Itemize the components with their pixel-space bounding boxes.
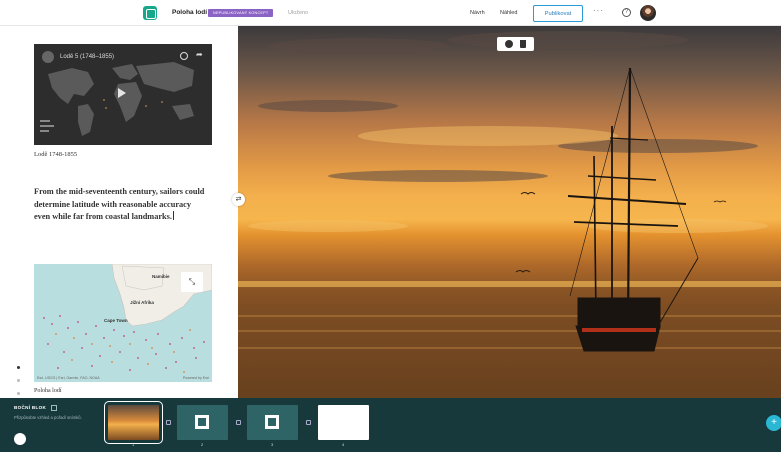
- slide-number: 1: [132, 442, 135, 447]
- slide-dot-3[interactable]: [17, 392, 20, 395]
- embedded-video[interactable]: Lodě 5 (1748–1855) ➦: [34, 44, 212, 145]
- share-icon[interactable]: ➦: [196, 50, 203, 59]
- save-status: Uloženo: [288, 10, 309, 16]
- builder-options-icon[interactable]: [14, 433, 26, 445]
- map-attribution[interactable]: Esri, USGS | Esri, Garmin, FAO, NOAA: [37, 376, 100, 380]
- slide-number: 2: [201, 442, 204, 447]
- slide-number: 3: [271, 442, 274, 447]
- slide-thumbnail-2[interactable]: [177, 405, 228, 440]
- storymaps-logo-icon[interactable]: [143, 6, 157, 20]
- slide-dot-1[interactable]: [17, 366, 20, 369]
- preview-button[interactable]: Náhled: [500, 10, 517, 16]
- slide-thumbnail-4[interactable]: [318, 405, 369, 440]
- narrative-paragraph-text[interactable]: From the mid-seventeenth century, sailor…: [34, 187, 204, 221]
- map-label-region: Jižní Afrika: [130, 300, 154, 305]
- builder-subtitle: Přizpůsobte vzhled a pořadí snímků.: [14, 415, 82, 420]
- map-label-country: Namibie: [152, 274, 170, 279]
- sailing-ship-sunset-photo: [238, 31, 781, 398]
- slide-navigation: [17, 366, 20, 398]
- slide-thumbnail-1[interactable]: [104, 401, 163, 444]
- story-title[interactable]: Poloha lodí: [172, 9, 207, 16]
- user-avatar[interactable]: [640, 5, 656, 21]
- video-caption[interactable]: Lodě 1748-1855: [34, 151, 77, 158]
- media-placeholder-icon: [195, 415, 209, 429]
- help-icon[interactable]: ?: [622, 8, 631, 17]
- drag-handle-icon[interactable]: [306, 420, 311, 425]
- sidecar-builder-bar: BOČNÍ BLOK Přizpůsobte vzhled a pořadí s…: [0, 398, 781, 452]
- publish-button[interactable]: Publikovat: [533, 5, 583, 22]
- design-button[interactable]: Návrh: [470, 10, 485, 16]
- map-label-city: Cape Town: [104, 318, 128, 323]
- embedded-map[interactable]: ⤡ Namibie Jižní Afrika Cape Town Esri, U…: [34, 264, 212, 382]
- video-title[interactable]: Lodě 5 (1748–1855): [60, 54, 114, 60]
- media-panel[interactable]: [238, 26, 781, 398]
- more-horizontal-icon[interactable]: ···: [593, 6, 604, 15]
- map-caption[interactable]: Poloha lodí: [34, 388, 62, 394]
- narrative-paragraph[interactable]: From the mid-seventeenth century, sailor…: [34, 186, 206, 224]
- slide-dot-2[interactable]: [17, 379, 20, 382]
- expand-map-icon[interactable]: ⤡: [181, 272, 203, 292]
- drag-handle-icon[interactable]: [166, 420, 171, 425]
- narrative-panel: Lodě 5 (1748–1855) ➦ Lodě 1748-1855 From…: [0, 26, 238, 398]
- draft-status-badge: NEPUBLIKOVANÝ KONCEPT: [208, 9, 274, 17]
- channel-avatar: [42, 51, 54, 63]
- slide-thumbnail-3[interactable]: [247, 405, 298, 440]
- gear-icon[interactable]: [505, 40, 513, 48]
- app-header: Poloha lodí NEPUBLIKOVANÝ KONCEPT Uložen…: [0, 0, 781, 26]
- trash-icon[interactable]: [520, 40, 526, 48]
- slide-number: 4: [342, 442, 345, 447]
- add-slide-button[interactable]: +: [766, 415, 781, 431]
- block-settings-icon[interactable]: [51, 405, 57, 411]
- drag-handle-icon[interactable]: [236, 420, 241, 425]
- panel-resize-handle-icon[interactable]: ⇄: [232, 193, 245, 206]
- play-icon[interactable]: [118, 88, 126, 98]
- media-toolbar: [497, 37, 534, 51]
- media-placeholder-icon: [265, 415, 279, 429]
- map-powered-by[interactable]: Powered by Esri: [183, 376, 209, 380]
- text-cursor: [172, 211, 174, 220]
- watch-later-icon[interactable]: [180, 52, 188, 60]
- builder-title: BOČNÍ BLOK: [14, 405, 47, 410]
